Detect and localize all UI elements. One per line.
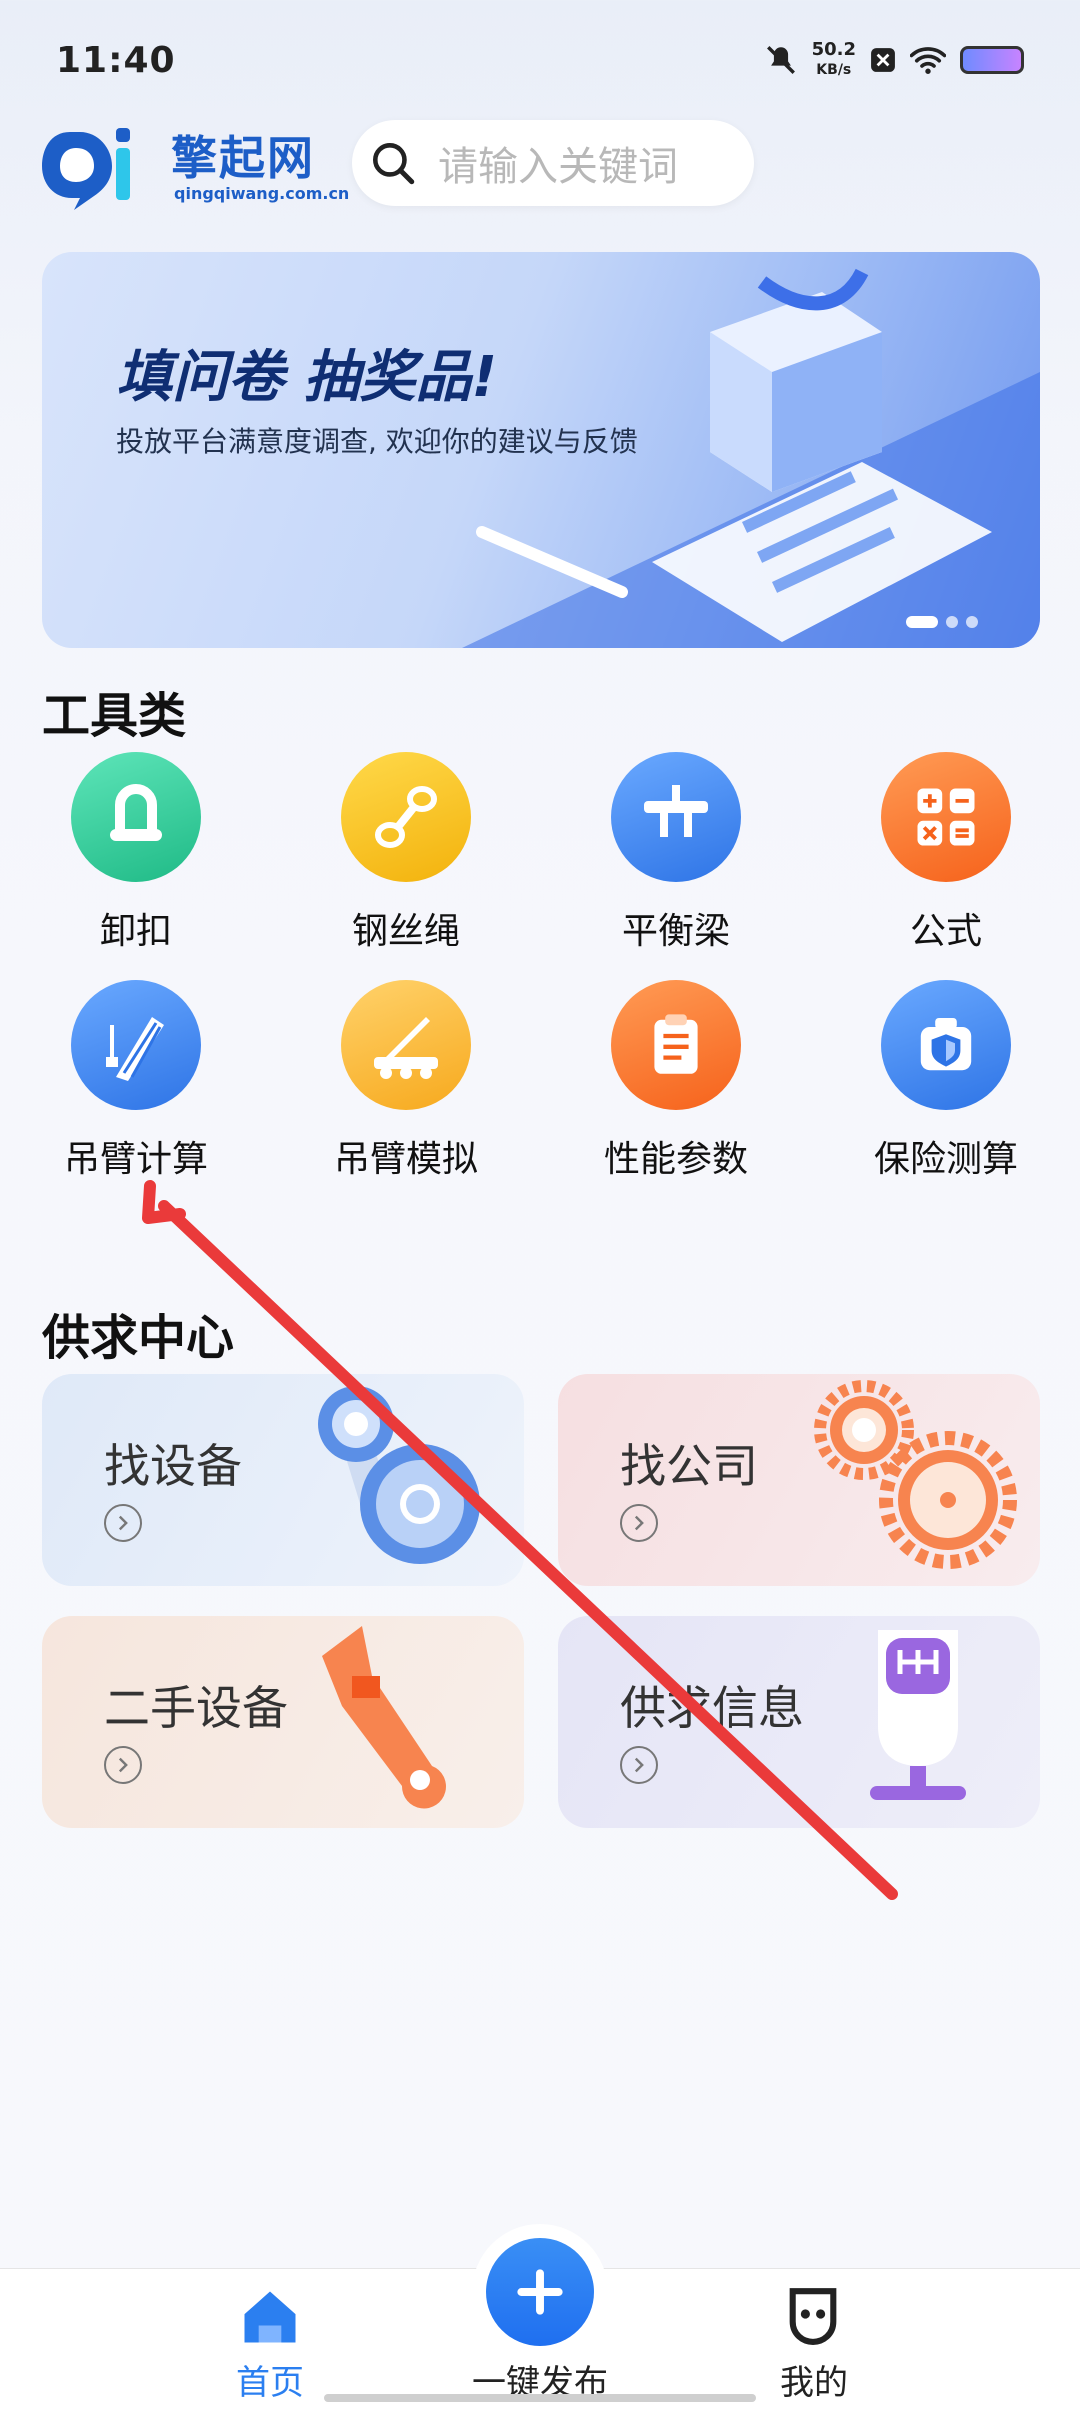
banner-dot-active [906,616,938,628]
card-title: 供求信息 [620,1681,804,1735]
shackle-icon [71,752,201,882]
pulley-icon [318,1386,480,1564]
tool-performance[interactable]: 性能参数 [556,980,796,1190]
nav-mine-label: 我的 [780,2363,848,2403]
calculator-icon [881,752,1011,882]
close-box-icon [871,48,895,72]
banner-pagination [906,616,978,628]
banner-subtitle: 投放平台满意度调查, 欢迎你的建议与反馈 [116,425,638,458]
tool-balance-beam[interactable]: 平衡梁 [556,752,796,962]
card-find-equipment[interactable]: 找设备 [42,1374,524,1586]
tool-label: 卸扣 [99,911,172,952]
wifi-icon [910,47,946,74]
profile-face-icon [789,2288,837,2345]
card-used-equipment[interactable]: 二手设备 [42,1616,524,1828]
nav-home[interactable]: 首页 [200,2269,340,2409]
logo-mark-icon [42,128,130,210]
card-find-company[interactable]: 找公司 [558,1374,1040,1586]
banner-dot [946,616,958,628]
tool-formula[interactable]: 公式 [826,752,1066,962]
tool-label: 平衡梁 [621,911,730,952]
logo: 擎起网 qingqiwang.com.cn [36,118,349,218]
home-indicator[interactable] [324,2394,756,2402]
card-supply-info[interactable]: 供求信息 [558,1616,1040,1828]
card-title: 找设备 [104,1439,242,1493]
search-placeholder: 请输入关键词 [438,144,678,190]
tool-label: 钢丝绳 [351,911,460,952]
network-speed: 50.2 KB/s [812,40,856,80]
mute-bell-icon [766,46,795,74]
tool-insurance[interactable]: 保险测算 [826,980,1066,1190]
supply-section-title: 供求中心 [42,1310,235,1366]
tool-boom-calc[interactable]: 吊臂计算 [16,980,256,1190]
chevron-right-icon [104,1746,142,1784]
network-speed-value: 50.2 [811,39,856,60]
tools-section-title: 工具类 [42,688,187,744]
search-icon [373,143,415,185]
publish-button[interactable] [472,2224,608,2360]
battery-icon [960,46,1024,74]
status-time: 11:40 [56,40,176,81]
crane-boom-icon [71,980,201,1110]
logo-domain: qingqiwang.com.cn [174,184,350,203]
card-title: 二手设备 [104,1681,288,1735]
clipboard-icon [611,980,741,1110]
banner-dot [966,616,978,628]
tool-boom-sim[interactable]: 吊臂模拟 [286,980,526,1190]
tool-shackle[interactable]: 卸扣 [16,752,256,962]
nav-home-label: 首页 [236,2363,304,2403]
tool-label: 保险测算 [873,1139,1018,1180]
crane-truck-icon [341,980,471,1110]
status-icons: 50.2 KB/s [764,40,1024,80]
tool-label: 公式 [909,911,982,952]
home-icon [244,2291,296,2343]
insurance-shield-icon [881,980,1011,1110]
wrench-icon [322,1626,446,1809]
banner-title: 填问卷 抽奖品! [116,345,498,410]
gears-icon [814,1380,1017,1569]
wire-rope-icon [341,752,471,882]
network-speed-unit: KB/s [816,62,852,78]
tool-label: 吊臂模拟 [333,1139,478,1180]
tool-label: 性能参数 [603,1139,748,1180]
logo-text: 擎起网 [171,131,315,185]
chevron-right-icon [620,1746,658,1784]
tool-wire-rope[interactable]: 钢丝绳 [286,752,526,962]
nav-mine[interactable]: 我的 [742,2269,882,2409]
balance-beam-icon [611,752,741,882]
search-input[interactable]: 请输入关键词 [352,120,754,206]
gear-shift-icon [870,1630,966,1800]
chevron-right-icon [620,1504,658,1542]
card-title: 找公司 [620,1439,758,1493]
chevron-right-icon [104,1504,142,1542]
promo-banner[interactable]: 填问卷 抽奖品! 投放平台满意度调查, 欢迎你的建议与反馈 [42,252,1040,648]
tool-label: 吊臂计算 [63,1139,208,1180]
plus-icon [486,2238,594,2346]
